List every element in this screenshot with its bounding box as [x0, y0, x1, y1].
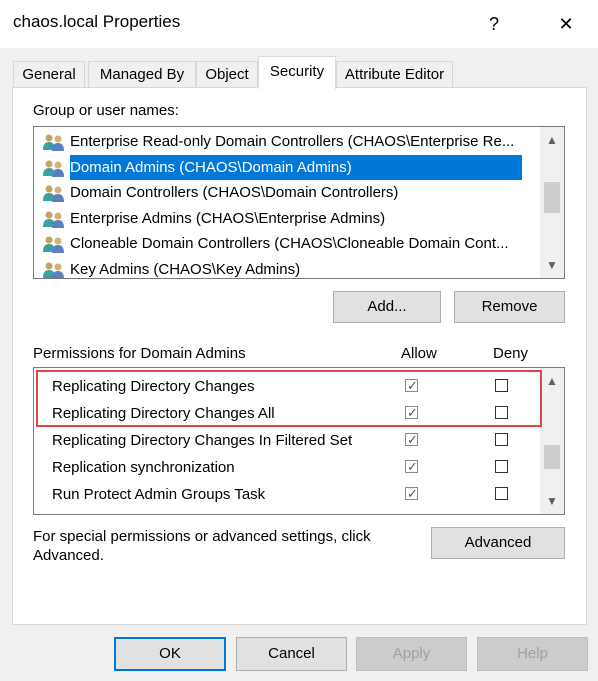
permissions-label: Permissions for Domain Admins [33, 345, 246, 362]
scroll-down-icon[interactable]: ▼ [540, 490, 564, 512]
users-group-icon [41, 133, 67, 151]
deny-header: Deny [493, 345, 529, 362]
user-list-item[interactable]: Domain Admins (CHAOS\Domain Admins) [37, 154, 542, 180]
user-list-scrollbar[interactable]: ▲ ▼ [540, 127, 564, 278]
deny-checkbox[interactable] [495, 433, 508, 446]
cancel-button[interactable]: Cancel [236, 637, 347, 671]
permission-row: Replication synchronization ✓ [34, 454, 539, 481]
permission-name: Replicating Directory Changes All [52, 405, 275, 422]
remove-button[interactable]: Remove [454, 291, 565, 323]
close-icon[interactable]: ✕ [546, 8, 586, 40]
user-list-item[interactable]: Cloneable Domain Controllers (CHAOS\Clon… [37, 231, 542, 256]
permission-name: Replicating Directory Changes In Filtere… [52, 432, 353, 449]
user-name: Enterprise Admins (CHAOS\Enterprise Admi… [70, 209, 386, 227]
check-icon: ✓ [407, 378, 418, 393]
scrollbar-thumb[interactable] [544, 445, 560, 469]
users-group-icon [41, 159, 67, 177]
users-group-icon [41, 184, 67, 202]
permission-row: Replicating Directory Changes All ✓ [34, 400, 539, 427]
tab-general[interactable]: General [13, 61, 85, 87]
scroll-up-icon[interactable]: ▲ [540, 129, 564, 151]
deny-checkbox[interactable] [495, 379, 508, 392]
allow-checkbox[interactable]: ✓ [405, 378, 418, 393]
permission-name: Run Protect Admin Groups Task [52, 486, 266, 503]
help-button[interactable]: Help [477, 637, 588, 671]
user-name: Key Admins (CHAOS\Key Admins) [70, 260, 301, 278]
permissions-scrollbar[interactable]: ▲ ▼ [540, 368, 564, 514]
allow-checkbox[interactable]: ✓ [405, 405, 418, 420]
permission-name: Replication synchronization [52, 459, 235, 476]
properties-dialog: chaos.local Properties ? ✕ General Manag… [0, 0, 598, 681]
ok-button[interactable]: OK [114, 637, 226, 671]
permission-row: Run Protect Admin Groups Task ✓ [34, 481, 539, 508]
deny-checkbox[interactable] [495, 406, 508, 419]
help-icon[interactable]: ? [474, 8, 514, 40]
user-name: Enterprise Read-only Domain Controllers … [70, 133, 515, 150]
permission-name: Replicating Directory Changes [52, 378, 255, 395]
title-bar: chaos.local Properties ? ✕ [0, 0, 598, 48]
user-list-item[interactable]: Enterprise Read-only Domain Controllers … [37, 129, 542, 154]
scroll-up-icon[interactable]: ▲ [540, 370, 564, 392]
check-icon: ✓ [407, 459, 418, 474]
special-permissions-text-2: Advanced. [33, 547, 104, 564]
tab-object[interactable]: Object [196, 61, 258, 87]
deny-checkbox[interactable] [495, 487, 508, 500]
window-title: chaos.local Properties [13, 12, 181, 31]
group-user-list[interactable]: Enterprise Read-only Domain Controllers … [33, 126, 565, 279]
add-button[interactable]: Add... [333, 291, 441, 323]
allow-checkbox[interactable]: ✓ [405, 459, 418, 474]
user-name: Domain Admins (CHAOS\Domain Admins) [70, 154, 522, 180]
user-name: Domain Controllers (CHAOS\Domain Control… [70, 184, 399, 201]
user-list-item[interactable]: Enterprise Admins (CHAOS\Enterprise Admi… [37, 206, 542, 231]
permission-row: Replicating Directory Changes ✓ [34, 373, 539, 400]
scrollbar-thumb[interactable] [544, 182, 560, 213]
apply-button[interactable]: Apply [356, 637, 467, 671]
scroll-down-icon[interactable]: ▼ [540, 254, 564, 276]
tab-security[interactable]: Security [258, 56, 336, 89]
group-names-label: Group or user names: [33, 102, 179, 119]
users-group-icon [41, 210, 67, 228]
allow-checkbox[interactable]: ✓ [405, 432, 418, 447]
tab-attribute-editor[interactable]: Attribute Editor [336, 61, 453, 87]
users-group-icon [41, 235, 67, 253]
deny-checkbox[interactable] [495, 460, 508, 473]
allow-header: Allow [401, 345, 437, 362]
user-name: Cloneable Domain Controllers (CHAOS\Clon… [70, 235, 509, 252]
allow-checkbox[interactable]: ✓ [405, 486, 418, 501]
tab-managed-by[interactable]: Managed By [88, 61, 196, 87]
check-icon: ✓ [407, 405, 418, 420]
check-icon: ✓ [407, 486, 418, 501]
check-icon: ✓ [407, 432, 418, 447]
advanced-button[interactable]: Advanced [431, 527, 565, 559]
users-group-icon [41, 261, 67, 278]
special-permissions-text: For special permissions or advanced sett… [33, 528, 371, 545]
permissions-list[interactable]: Replicating Directory Changes ✓ Replicatin… [33, 367, 565, 515]
permission-row: Replicating Directory Changes In Filtere… [34, 427, 539, 454]
user-list-item[interactable]: Domain Controllers (CHAOS\Domain Control… [37, 180, 542, 205]
user-list-item[interactable]: Key Admins (CHAOS\Key Admins) [37, 257, 542, 278]
